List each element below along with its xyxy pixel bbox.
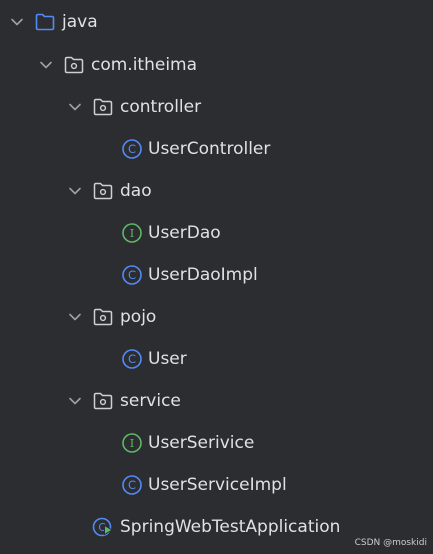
class-icon: C <box>122 139 142 159</box>
tree-node-java[interactable]: java <box>0 7 433 37</box>
chevron-down-icon[interactable] <box>66 182 84 200</box>
interface-badge: I <box>130 226 135 240</box>
tree-node-label: UserDao <box>148 223 221 243</box>
class-icon: C <box>122 475 142 495</box>
tree-node-label: service <box>120 391 181 411</box>
tree-node-dao[interactable]: dao <box>0 176 433 206</box>
folder-icon <box>93 308 113 326</box>
chevron-down-icon[interactable] <box>66 392 84 410</box>
watermark: CSDN @moskidi <box>354 538 427 548</box>
source-folder-icon <box>35 13 55 31</box>
chevron-down-icon[interactable] <box>66 308 84 326</box>
interface-icon: I <box>122 223 142 243</box>
tree-node-label: UserController <box>148 139 271 159</box>
tree-node-user-dao[interactable]: I UserDao <box>0 218 433 248</box>
tree-node-user-controller[interactable]: C UserController <box>0 134 433 164</box>
interface-icon: I <box>122 433 142 453</box>
class-icon: C <box>122 265 142 285</box>
tree-node-user[interactable]: C User <box>0 344 433 374</box>
tree-node-user-service-impl[interactable]: C UserServiceImpl <box>0 470 433 500</box>
tree-node-user-service[interactable]: I UserSerivice <box>0 428 433 458</box>
chevron-down-icon[interactable] <box>66 98 84 116</box>
tree-node-label: dao <box>120 181 152 201</box>
tree-node-label: controller <box>120 97 202 117</box>
folder-icon <box>93 182 113 200</box>
tree-node-label: UserServiceImpl <box>148 475 287 495</box>
folder-icon <box>93 392 113 410</box>
chevron-down-icon[interactable] <box>37 56 55 74</box>
class-badge: C <box>128 352 136 366</box>
tree-node-label: pojo <box>120 307 157 327</box>
tree-node-label: User <box>148 349 187 369</box>
interface-badge: I <box>130 436 135 450</box>
tree-node-label: UserDaoImpl <box>148 265 258 285</box>
class-icon: C <box>122 349 142 369</box>
tree-node-service[interactable]: service <box>0 386 433 416</box>
tree-node-user-dao-impl[interactable]: C UserDaoImpl <box>0 260 433 290</box>
tree-node-controller[interactable]: controller <box>0 92 433 122</box>
chevron-down-icon[interactable] <box>8 13 26 31</box>
tree-node-label: java <box>62 12 98 32</box>
class-badge: C <box>128 268 136 282</box>
class-badge: C <box>128 142 136 156</box>
tree-node-label: UserSerivice <box>148 433 255 453</box>
tree-node-package[interactable]: com.itheima <box>0 50 433 80</box>
tree-node-label: com.itheima <box>91 55 198 75</box>
folder-icon <box>93 98 113 116</box>
class-badge: C <box>128 478 136 492</box>
tree-node-label: SpringWebTestApplication <box>120 517 341 537</box>
spring-boot-class-icon: C <box>92 517 113 537</box>
package-icon <box>64 56 84 74</box>
tree-node-pojo[interactable]: pojo <box>0 302 433 332</box>
